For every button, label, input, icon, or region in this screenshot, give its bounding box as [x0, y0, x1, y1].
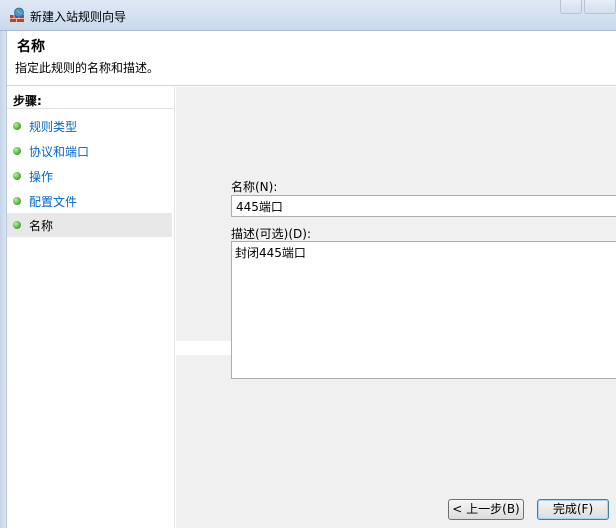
step-action[interactable]: 操作: [7, 164, 172, 188]
main-content: 名称(N): 描述(可选)(D): 封闭445端口 < 上一步(B) 完成(F): [176, 87, 616, 528]
name-input[interactable]: [231, 195, 616, 217]
step-protocol-ports[interactable]: 协议和端口: [7, 139, 172, 163]
step-label: 配置文件: [29, 195, 78, 209]
back-button[interactable]: < 上一步(B): [448, 499, 524, 520]
step-label: 规则类型: [29, 120, 78, 134]
window-frame: [0, 31, 7, 528]
steps-pane: 步骤: 规则类型 协议和端口 操作 配置文件 名称: [7, 87, 175, 528]
step-label: 协议和端口: [29, 145, 90, 159]
wizard-header: 名称 指定此规则的名称和描述。: [7, 31, 616, 86]
step-complete-icon: [13, 172, 21, 180]
steps-header: 步骤:: [7, 89, 175, 109]
step-label: 名称: [29, 219, 54, 233]
close-button[interactable]: [584, 0, 616, 14]
page-title: 名称: [17, 39, 45, 55]
title-bar[interactable]: 新建入站规则向导: [0, 0, 616, 31]
step-rule-type[interactable]: 规则类型: [7, 114, 172, 138]
finish-button[interactable]: 完成(F): [537, 499, 609, 520]
window-title: 新建入站规则向导: [30, 10, 127, 24]
step-complete-icon: [13, 197, 21, 205]
description-textarea[interactable]: 封闭445端口: [231, 241, 616, 379]
step-complete-icon: [13, 122, 21, 130]
step-current-icon: [13, 221, 21, 229]
minimize-button[interactable]: [560, 0, 582, 14]
name-label: 名称(N):: [231, 180, 278, 194]
page-subtitle: 指定此规则的名称和描述。: [15, 61, 160, 75]
step-profile[interactable]: 配置文件: [7, 189, 172, 213]
description-label: 描述(可选)(D):: [231, 227, 312, 241]
step-complete-icon: [13, 147, 21, 155]
firewall-icon: [10, 7, 24, 22]
step-label: 操作: [29, 170, 54, 184]
step-name[interactable]: 名称: [7, 213, 172, 237]
